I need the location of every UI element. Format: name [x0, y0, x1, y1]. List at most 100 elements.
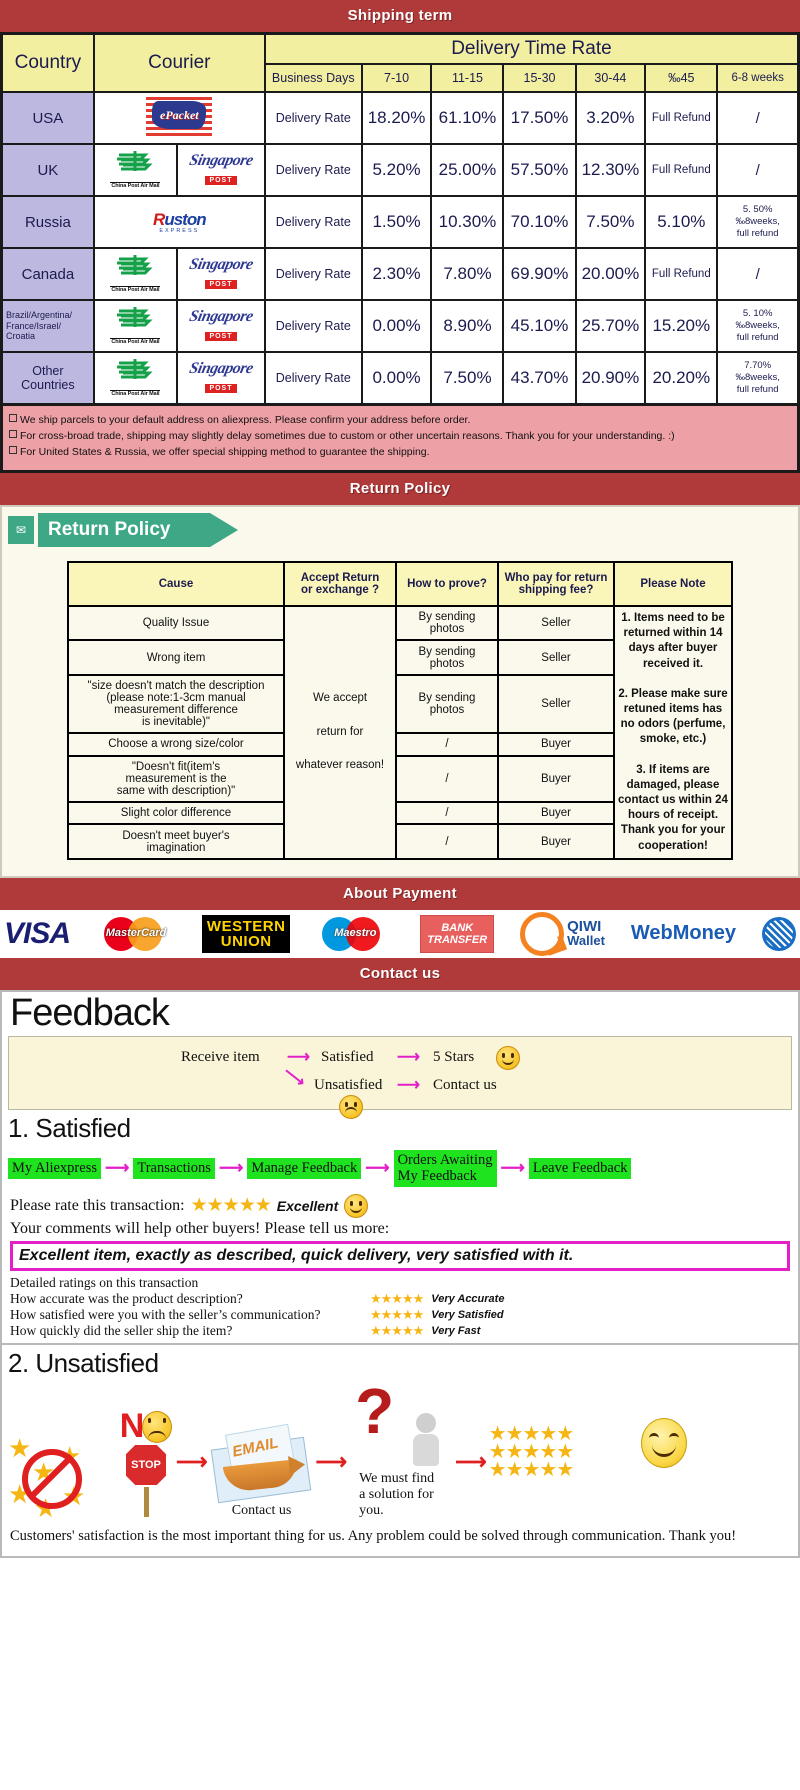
- payment-webmoney: WebMoney: [631, 922, 736, 945]
- cell-other-15-30: 43.70%: [502, 351, 577, 406]
- table-row: UK China Post Air Mail Singapore POST De…: [0, 143, 800, 197]
- shipping-note-2-text: For cross-broad trade, shipping may slig…: [20, 430, 675, 442]
- cell-usa-7-10: 18.20%: [360, 91, 433, 145]
- no-letter: N: [119, 1406, 145, 1445]
- china-post-caption: China Post Air Mail: [110, 338, 161, 345]
- mastercard-label: MasterCard: [105, 926, 167, 939]
- rating-label-accuracy: Very Accurate: [431, 1292, 505, 1305]
- china-post-caption: China Post Air Mail: [110, 182, 161, 189]
- bank-transfer-logo: BANK TRANSFER: [420, 914, 495, 953]
- rate-transaction-row: Please rate this transaction: ★★★★★ Exce…: [2, 1189, 798, 1219]
- table-row: Quality Issue We accept return for whate…: [67, 604, 733, 860]
- rating-question-accuracy: How accurate was the product description…: [10, 1290, 243, 1306]
- unsat-arrow-2-icon: ⟶: [315, 1448, 348, 1474]
- bullet-square-icon: [9, 414, 17, 422]
- shipping-term-banner: Shipping term: [0, 0, 800, 32]
- cell-canada-7-10: 2.30%: [360, 247, 433, 301]
- tab-pointer: [210, 513, 238, 547]
- unsatisfied-sad-smiley-icon: [142, 1410, 173, 1443]
- cell-canada-over-45: Full Refund: [644, 247, 719, 301]
- singapore-post-word: Singapore: [187, 152, 255, 169]
- rp-cause-wrong-size-color: Choose a wrong size/color: [67, 732, 285, 757]
- rp-please-note: 1. Items need to be returned within 14 d…: [613, 605, 733, 860]
- qiwi-mark-icon: [520, 911, 565, 956]
- feedback-section: Feedback Receive item ⟶ Satisfied ⟶ 5 St…: [0, 989, 800, 1558]
- rp-prove-1: By sending photos: [395, 639, 499, 676]
- cell-usa-15-30: 17.50%: [502, 91, 577, 145]
- singapore-post-word: Singapore: [187, 256, 255, 273]
- bank-line1: BANK: [441, 921, 474, 934]
- mastercard-logo: MasterCard: [96, 914, 176, 954]
- rp-prove-3: /: [395, 732, 499, 757]
- header-courier: Courier: [92, 32, 266, 93]
- rp-prove-4: /: [395, 754, 499, 804]
- cell-other-11-15: 7.50%: [430, 351, 505, 406]
- step-leave-feedback[interactable]: Leave Feedback: [528, 1157, 632, 1179]
- stop-sign-label: STOP: [124, 1442, 168, 1487]
- singapore-post-badge: POST: [205, 332, 237, 341]
- final-happy-smiley-icon: [640, 1417, 687, 1473]
- step-my-aliexpress[interactable]: My Aliexpress: [8, 1157, 101, 1179]
- singapore-post-badge: POST: [205, 384, 237, 393]
- step-manage-feedback[interactable]: Manage Feedback: [247, 1157, 362, 1179]
- bullet-square-icon: [9, 446, 17, 454]
- header-range-11-15: 11-15: [430, 63, 505, 93]
- rp-pay-0: Seller: [497, 604, 615, 642]
- feedback-comment-box[interactable]: Excellent item, exactly as described, qu…: [10, 1240, 790, 1271]
- step-arrow-icon: ⟶: [365, 1158, 390, 1178]
- rating-stars[interactable]: ★★★★★: [191, 1194, 272, 1217]
- rate-label: Delivery Rate: [263, 299, 363, 353]
- return-policy-section: ✉ Return Policy Cause Accept Return or e…: [0, 505, 800, 878]
- flow-satisfied: Satisfied: [321, 1048, 374, 1065]
- about-payment-banner: About Payment: [0, 877, 800, 910]
- qiwi-wallet-logo: QIWI Wallet: [520, 911, 605, 956]
- cell-uk-over-45: Full Refund: [644, 143, 719, 197]
- wu-line1: WESTERN: [206, 917, 286, 935]
- cell-canada-6-8-weeks: /: [716, 247, 800, 301]
- cell-uk-30-44: 12.30%: [574, 143, 647, 197]
- rp-cause-wrong-item: Wrong item: [67, 639, 285, 676]
- rp-cause-quality-issue: Quality Issue: [67, 604, 285, 642]
- closing-message: Customers' satisfaction is the most impo…: [10, 1527, 737, 1544]
- courier-logo-ruston: Ruston EXPRESS: [92, 195, 266, 249]
- cell-canada-11-15: 7.80%: [430, 247, 505, 301]
- cell-uk-7-10: 5.20%: [360, 143, 433, 197]
- western-union-logo: WESTERN UNION: [201, 914, 291, 953]
- return-policy-table: Cause Accept Return or exchange ? How to…: [67, 561, 733, 860]
- rp-header-accept: Accept Return or exchange ?: [283, 561, 397, 607]
- rate-label: Delivery Rate: [263, 247, 363, 301]
- satisfied-heading: 1. Satisfied: [8, 1112, 131, 1143]
- unsatisfied-heading: 2. Unsatisfied: [2, 1342, 798, 1381]
- cell-other-over-45: 20.20%: [644, 351, 719, 406]
- header-range-6-8-weeks: 6-8 weeks: [716, 63, 800, 93]
- row-country-uk: UK: [0, 143, 95, 197]
- unsat-arrow-3-icon: ⟶: [455, 1448, 487, 1474]
- detailed-rating-row: How accurate was the product description…: [10, 1291, 798, 1307]
- rp-cause-size-mismatch: "size doesn't match the description (ple…: [67, 673, 285, 735]
- rate-prompt: Please rate this transaction:: [10, 1196, 185, 1214]
- rating-stars-communication[interactable]: ★★★★★: [370, 1307, 424, 1323]
- ruston-rest: uston: [164, 209, 206, 229]
- flow-arrow-4-icon: ⟶: [397, 1076, 420, 1094]
- flow-unsatisfied: Unsatisfied: [314, 1076, 383, 1093]
- rating-stars-accuracy[interactable]: ★★★★★: [370, 1291, 424, 1307]
- rating-smiley-icon: [344, 1193, 369, 1218]
- cell-usa-over-45: Full Refund: [644, 91, 719, 145]
- return-policy-tab-label: Return Policy: [38, 513, 210, 547]
- stop-sign-icon: STOP: [118, 1442, 174, 1519]
- china-post-glyph: [117, 255, 154, 275]
- china-post-glyph: [117, 151, 154, 171]
- courier-logo-singapore-post: Singapore POST: [176, 351, 266, 406]
- rp-prove-5: /: [395, 801, 499, 826]
- table-row: Canada China Post Air Mail Singapore POS…: [0, 247, 800, 301]
- step-orders-awaiting[interactable]: Orders Awaiting My Feedback: [393, 1149, 497, 1187]
- payment-yandex: [762, 916, 796, 951]
- cell-russia-over-45: 5.10%: [644, 195, 719, 249]
- step-transactions[interactable]: Transactions: [133, 1157, 215, 1179]
- rating-stars-shipping-speed[interactable]: ★★★★★: [370, 1323, 424, 1339]
- bullet-square-icon: [9, 430, 17, 438]
- comment-prompt: Your comments will help other buyers! Pl…: [10, 1219, 390, 1237]
- return-policy-banner: Return Policy: [0, 473, 800, 505]
- table-row: USA ePacket Delivery Rate 18.20% 61.10% …: [0, 91, 800, 145]
- cell-other-7-10: 0.00%: [360, 351, 433, 406]
